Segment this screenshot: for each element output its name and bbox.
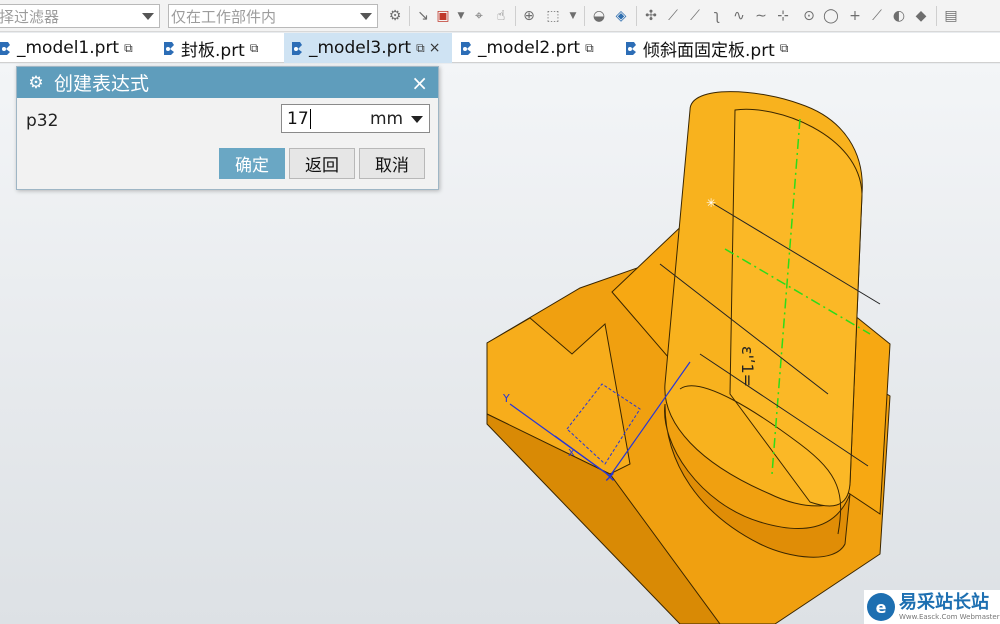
snap-grid-icon[interactable]: ✣ <box>642 7 660 25</box>
watermark-subtext: Www.Easck.Com Webmaster <box>899 612 1000 621</box>
tab-label: _model1.prt <box>17 38 120 58</box>
layer-icon[interactable]: ▤ <box>942 7 960 25</box>
selection-filter-value: 择过滤器 <box>0 7 60 26</box>
existing-point-snap-icon[interactable]: + <box>846 7 864 25</box>
point-marker: ✳ <box>706 196 716 210</box>
tab-model1[interactable]: _model1.prt ⧉ <box>0 33 144 63</box>
part-file-icon <box>626 42 636 55</box>
toolbar-separator <box>936 6 937 26</box>
general-selection-icon[interactable]: ⚙ <box>386 7 404 25</box>
restore-icon[interactable]: ⧉ <box>124 41 133 56</box>
toolbar-separator <box>515 6 516 26</box>
dimension-text: ε'ʹ1= <box>738 346 757 387</box>
gear-icon: ⚙ <box>28 72 44 93</box>
point-on-face-icon[interactable]: ◐ <box>890 7 908 25</box>
tab-label: _model2.prt <box>478 38 581 58</box>
chevron-down-icon <box>411 116 423 123</box>
csys-origin: ✕ <box>604 470 616 486</box>
tab-label: 倾斜面固定板.prt <box>643 40 775 61</box>
close-tab-icon[interactable]: × <box>429 40 441 56</box>
site-watermark: e 易采站长站 Www.Easck.Com Webmaster <box>864 590 1000 624</box>
add-point-icon[interactable]: ⌖ <box>470 7 488 25</box>
chevron-down-icon[interactable]: ▼ <box>564 7 582 25</box>
tab-label: _model3.prt <box>309 38 412 58</box>
snap-point-icon[interactable]: ▣ <box>434 7 452 25</box>
selection-scope-value: 仅在工作部件内 <box>171 7 277 26</box>
expression-name-label: p32 <box>26 111 59 131</box>
intersection-snap-icon[interactable]: ⊹ <box>774 7 792 25</box>
line-snap-icon[interactable]: ⟋ <box>664 7 682 25</box>
part-file-icon <box>0 42 10 55</box>
hand-select-icon[interactable]: ☝ <box>492 7 510 25</box>
selection-scope-combo[interactable]: 仅在工作部件内 <box>168 4 378 28</box>
curve-snap-icon[interactable]: ʅ <box>708 7 726 25</box>
shaded-view-icon[interactable]: ◒ <box>590 7 608 25</box>
midpoint-snap-icon[interactable]: ∿ <box>730 7 748 25</box>
unit-dropdown[interactable]: mm <box>362 104 430 133</box>
cube-view-icon[interactable]: ◈ <box>612 7 630 25</box>
close-icon[interactable]: × <box>411 71 428 95</box>
spline-snap-icon[interactable]: ∼ <box>752 7 770 25</box>
toolbar-separator <box>636 6 637 26</box>
toolbar-separator <box>584 6 585 26</box>
main-toolbar: 择过滤器 仅在工作部件内 ⚙ ↘ ▣ ▼ ⌖ ☝ ⊕ ⬚ ▼ ◒ ◈ ✣ ⟋ ⟋… <box>0 0 1000 32</box>
document-tab-bar: _model1.prt ⧉ 封板.prt ⧉ _model3.prt ⧉ × _… <box>0 33 1000 63</box>
csys-label-y: Y <box>502 392 510 405</box>
toolbar-separator <box>409 6 410 26</box>
part-file-icon <box>292 42 302 55</box>
tab-model2[interactable]: _model2.prt ⧉ <box>455 33 615 63</box>
select-feature-icon[interactable]: ↘ <box>414 7 432 25</box>
move-component-icon[interactable]: ⊕ <box>520 7 538 25</box>
chevron-down-icon <box>360 13 372 20</box>
restore-icon[interactable]: ⧉ <box>780 41 789 56</box>
part-file-icon <box>461 42 471 55</box>
selection-filter-combo[interactable]: 择过滤器 <box>0 4 160 28</box>
dialog-title: 创建表达式 <box>54 73 150 95</box>
tab-inclined-plate[interactable]: 倾斜面固定板.prt ⧉ <box>620 33 810 63</box>
chevron-down-icon[interactable]: ▼ <box>452 7 470 25</box>
create-expression-dialog: ⚙ 创建表达式 × p32 17 mm 确定 返回 取消 <box>16 66 439 190</box>
rectangle-select-icon[interactable]: ⬚ <box>544 7 562 25</box>
restore-icon[interactable]: ⧉ <box>585 41 594 56</box>
expression-value: 17 <box>287 108 309 129</box>
tab-label: 封板.prt <box>181 40 245 61</box>
chevron-down-icon <box>142 13 154 20</box>
quadrant-snap-icon[interactable]: ◯ <box>822 7 840 25</box>
arc-center-snap-icon[interactable]: ⊙ <box>800 7 818 25</box>
text-cursor <box>309 108 311 129</box>
restore-icon[interactable]: ⧉ <box>250 41 259 56</box>
part-file-icon <box>164 42 174 55</box>
back-button[interactable]: 返回 <box>289 148 355 179</box>
unit-value: mm <box>370 108 404 129</box>
site-logo-icon: e <box>867 593 895 621</box>
bounded-grid-icon[interactable]: ◆ <box>912 7 930 25</box>
csys-label-x: X <box>568 448 575 459</box>
tab-fengban[interactable]: 封板.prt ⧉ <box>158 33 278 63</box>
ok-button[interactable]: 确定 <box>219 148 285 179</box>
dialog-title-bar[interactable]: ⚙ 创建表达式 × <box>17 67 438 98</box>
watermark-text: 易采站长站 <box>899 591 989 613</box>
cancel-button[interactable]: 取消 <box>359 148 425 179</box>
restore-icon[interactable]: ⧉ <box>416 41 425 56</box>
point-on-curve-icon[interactable]: ⟋ <box>868 7 886 25</box>
tab-model3[interactable]: _model3.prt ⧉ × <box>284 33 452 63</box>
endpoint-snap-icon[interactable]: ⟋ <box>686 7 704 25</box>
